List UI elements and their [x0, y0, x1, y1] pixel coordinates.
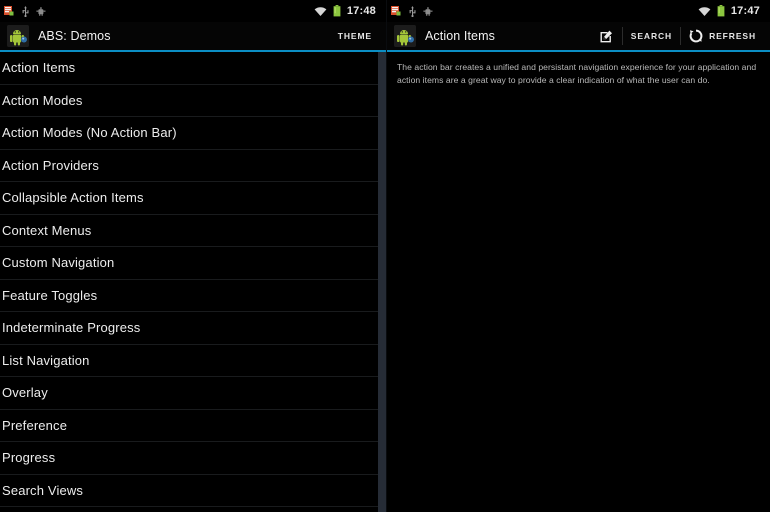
list-item[interactable]: Action Modes	[0, 84, 386, 117]
dual-pane-screenshot: 17:48 ABS: Demos THEME Action Items Acti…	[0, 0, 770, 512]
list-item-label: Feature Toggles	[2, 287, 98, 303]
debug-icon	[423, 6, 433, 16]
notification-icon	[4, 5, 14, 15]
list-item-label: Custom Navigation	[2, 255, 115, 271]
list-item[interactable]: Indeterminate Progress	[0, 312, 386, 345]
left-status-time: 17:48	[346, 4, 376, 17]
refresh-icon	[689, 29, 703, 43]
search-button[interactable]: SEARCH	[623, 22, 680, 50]
right-pane: 17:47 Action Items SEARCH REFRESH The ac…	[386, 0, 770, 512]
left-action-bar: ABS: Demos THEME	[0, 22, 386, 52]
battery-icon	[717, 5, 725, 17]
left-app-title: ABS: Demos	[38, 28, 111, 43]
wifi-icon	[698, 6, 711, 16]
list-item[interactable]: Preference	[0, 409, 386, 442]
theme-button-label: THEME	[337, 30, 372, 41]
notification-icon	[391, 5, 401, 15]
left-pane: 17:48 ABS: Demos THEME Action Items Acti…	[0, 0, 386, 512]
list-item[interactable]: List Navigation	[0, 344, 386, 377]
right-action-bar: Action Items SEARCH REFRESH	[387, 22, 770, 52]
right-app-title: Action Items	[425, 28, 495, 43]
demo-list[interactable]: Action Items Action Modes Action Modes (…	[0, 52, 386, 512]
right-status-time: 17:47	[730, 4, 760, 17]
refresh-button-label: REFRESH	[709, 30, 756, 41]
android-app-icon[interactable]	[7, 25, 29, 47]
list-item[interactable]: Overlay	[0, 377, 386, 410]
list-item-label: Search Views	[2, 482, 84, 498]
left-status-icons	[4, 5, 46, 17]
refresh-button[interactable]: REFRESH	[681, 22, 764, 50]
detail-content: The action bar creates a unified and per…	[387, 52, 770, 512]
usb-icon	[22, 5, 29, 17]
right-status-icons	[391, 5, 433, 17]
list-item[interactable]: Progress	[0, 442, 386, 475]
list-item-label: Collapsible Action Items	[2, 190, 144, 206]
usb-icon	[409, 5, 416, 17]
right-status-right: 17:47	[698, 5, 762, 17]
list-item[interactable]: Action Modes (No Action Bar)	[0, 117, 386, 150]
list-item-label: Overlay	[2, 385, 48, 401]
list-item-label: Action Items	[2, 60, 76, 76]
list-item[interactable]: Action Providers	[0, 149, 386, 182]
wifi-icon	[314, 6, 327, 16]
list-item-label: Action Modes	[2, 92, 83, 108]
list-item[interactable]: Context Menus	[0, 214, 386, 247]
list-item[interactable]: Feature Toggles	[0, 279, 386, 312]
list-item[interactable]: Collapsible Action Items	[0, 182, 386, 215]
list-item-label: Preference	[2, 417, 68, 433]
list-item[interactable]: Search Views	[0, 474, 386, 507]
left-status-right: 17:48	[314, 5, 378, 17]
compose-button[interactable]	[591, 22, 622, 50]
compose-icon	[600, 30, 612, 42]
list-item-label: Context Menus	[2, 222, 92, 238]
right-action-bar-actions: SEARCH REFRESH	[591, 22, 764, 50]
theme-button[interactable]: THEME	[330, 22, 380, 50]
list-scrollbar[interactable]	[378, 52, 386, 512]
android-app-icon[interactable]	[394, 25, 416, 47]
list-item[interactable]: Custom Navigation	[0, 247, 386, 280]
list-scrollbar-thumb[interactable]	[378, 52, 386, 512]
list-item-label: Progress	[2, 450, 56, 466]
search-button-label: SEARCH	[630, 30, 673, 41]
list-item-label: Action Modes (No Action Bar)	[2, 125, 177, 141]
list-item[interactable]: Action Items	[0, 52, 386, 85]
list-item-label: Action Providers	[2, 157, 100, 173]
right-status-bar: 17:47	[387, 0, 770, 22]
list-item-label: List Navigation	[2, 352, 90, 368]
battery-icon	[333, 5, 341, 17]
debug-icon	[36, 6, 46, 16]
list-item-label: Indeterminate Progress	[2, 320, 141, 336]
left-status-bar: 17:48	[0, 0, 386, 22]
detail-description: The action bar creates a unified and per…	[397, 62, 757, 86]
left-action-bar-actions: THEME	[330, 22, 380, 50]
